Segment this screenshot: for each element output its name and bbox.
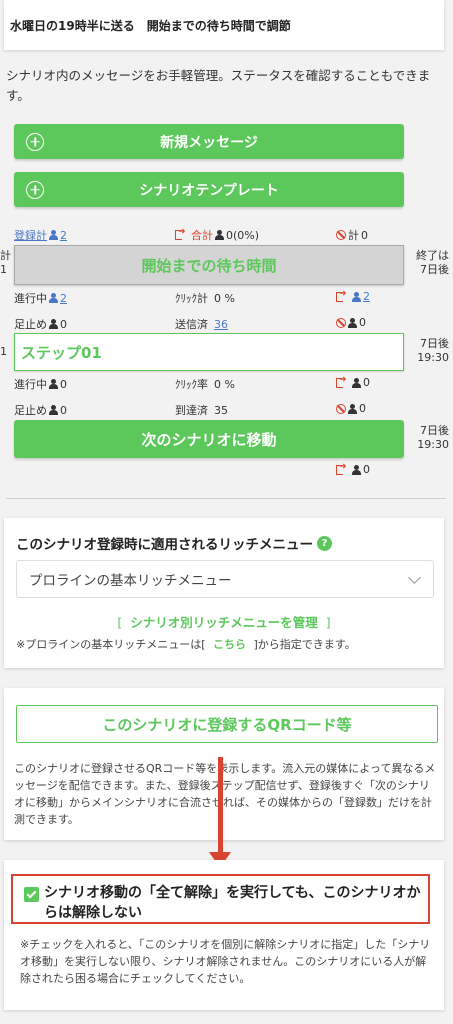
- ban-icon: [336, 230, 346, 240]
- scenario-template-button[interactable]: シナリオテンプレート: [14, 172, 404, 207]
- person-icon: [348, 317, 357, 328]
- next-scenario-button[interactable]: 次のシナリオに移動: [14, 420, 404, 458]
- person-icon: [49, 319, 58, 329]
- wait-left-partial: 計 1: [0, 249, 11, 276]
- step-exit: 0: [336, 375, 370, 389]
- manage-rich-menu-row: [ シナリオ別リッチメニューを管理 ]: [117, 615, 331, 630]
- person-icon: [352, 291, 361, 302]
- help-icon[interactable]: ?: [317, 535, 332, 551]
- option-card: シナリオ移動の「全て解除」を実行しても、このシナリオからは解除しない ※チェック…: [4, 860, 444, 1010]
- rich-menu-card: このシナリオ登録時に適用されるリッチメニュー ? プロラインの基本リッチメニュー…: [4, 518, 444, 668]
- wait-end: 終了は 7日後: [416, 249, 449, 276]
- ban-icon: [336, 317, 346, 328]
- wait-click: ｸﾘｯｸ計 0 %: [175, 291, 235, 306]
- person-icon: [352, 464, 361, 475]
- rich-menu-here-link[interactable]: こちら: [213, 638, 246, 651]
- rich-menu-title: このシナリオ登録時に適用されるリッチメニュー ?: [16, 533, 332, 553]
- wait-ban: 0: [336, 316, 366, 329]
- new-message-button[interactable]: 新規メッセージ: [14, 124, 404, 159]
- next-schedule: 7日後 19:30: [417, 424, 449, 451]
- step-in-progress: 進行中 0: [14, 377, 67, 392]
- wait-in-progress[interactable]: 進行中 2: [14, 290, 67, 306]
- ban-icon: [336, 403, 346, 414]
- qr-description: このシナリオに登録させるQRコード等を表示します。流入元の媒体によって異なるメッ…: [14, 762, 436, 826]
- rich-menu-note: ※プロラインの基本リッチメニューは[ こちら ]から指定できます。: [16, 638, 356, 651]
- step-01-box[interactable]: ステップ01: [14, 333, 404, 371]
- rich-menu-select[interactable]: プロラインの基本リッチメニュー: [16, 560, 434, 598]
- wait-exit[interactable]: 2: [336, 289, 370, 303]
- person-icon: [49, 230, 58, 240]
- ban-total: 計 0: [336, 227, 368, 243]
- person-icon: [215, 230, 224, 240]
- manage-rich-menu-link[interactable]: シナリオ別リッチメニューを管理: [130, 615, 318, 630]
- step-stop: 足止め 0: [14, 403, 67, 418]
- step-reached: 到達済 35: [175, 403, 228, 418]
- person-icon: [49, 379, 58, 389]
- divider: [6, 498, 446, 499]
- registered-total[interactable]: 登録計 2: [14, 227, 67, 243]
- wait-stop: 足止め 0: [14, 317, 67, 332]
- keep-scenario-checkbox[interactable]: [24, 887, 39, 902]
- next-exit: 0: [336, 462, 370, 476]
- option-note: ※チェックを入れると、「このシナリオを個別に解除シナリオに指定」した「シナリオ移…: [20, 938, 431, 985]
- exit-icon: [175, 227, 186, 240]
- page-title: 水曜日の19時半に送る 開始までの待ち時間で調節: [10, 18, 291, 33]
- step-schedule: 7日後 19:30: [417, 337, 449, 364]
- step-left-partial: 1: [0, 345, 7, 358]
- person-icon: [352, 377, 361, 388]
- step-click: ｸﾘｯｸ率 0 %: [175, 377, 235, 392]
- qr-card: このシナリオに登録するQRコード等 このシナリオに登録させるQRコード等を表示し…: [4, 688, 444, 840]
- exit-icon: [336, 462, 347, 475]
- intro-text: シナリオ内のメッセージをお手軽管理。ステータスを確認することもできます。: [6, 68, 431, 103]
- chevron-down-icon: [408, 571, 421, 584]
- plus-circle-icon: [26, 180, 44, 199]
- person-icon: [348, 403, 357, 414]
- step-ban: 0: [336, 402, 366, 415]
- person-icon: [49, 293, 58, 303]
- arrow-annotation: [218, 757, 223, 857]
- wait-time-box[interactable]: 開始までの待ち時間: [14, 245, 404, 285]
- check-icon: [26, 888, 37, 899]
- exit-total: 合計 0(0%): [175, 227, 259, 243]
- person-icon: [49, 405, 58, 415]
- wait-sent[interactable]: 送信済 36: [175, 316, 228, 332]
- plus-circle-icon: [26, 132, 44, 151]
- qr-code-button[interactable]: このシナリオに登録するQRコード等: [16, 705, 438, 743]
- header-bar: 水曜日の19時半に送る 開始までの待ち時間で調節: [4, 0, 444, 50]
- checkbox-label[interactable]: シナリオ移動の「全て解除」を実行しても、このシナリオからは解除しない: [44, 883, 428, 923]
- exit-icon: [336, 289, 347, 302]
- exit-icon: [336, 375, 347, 388]
